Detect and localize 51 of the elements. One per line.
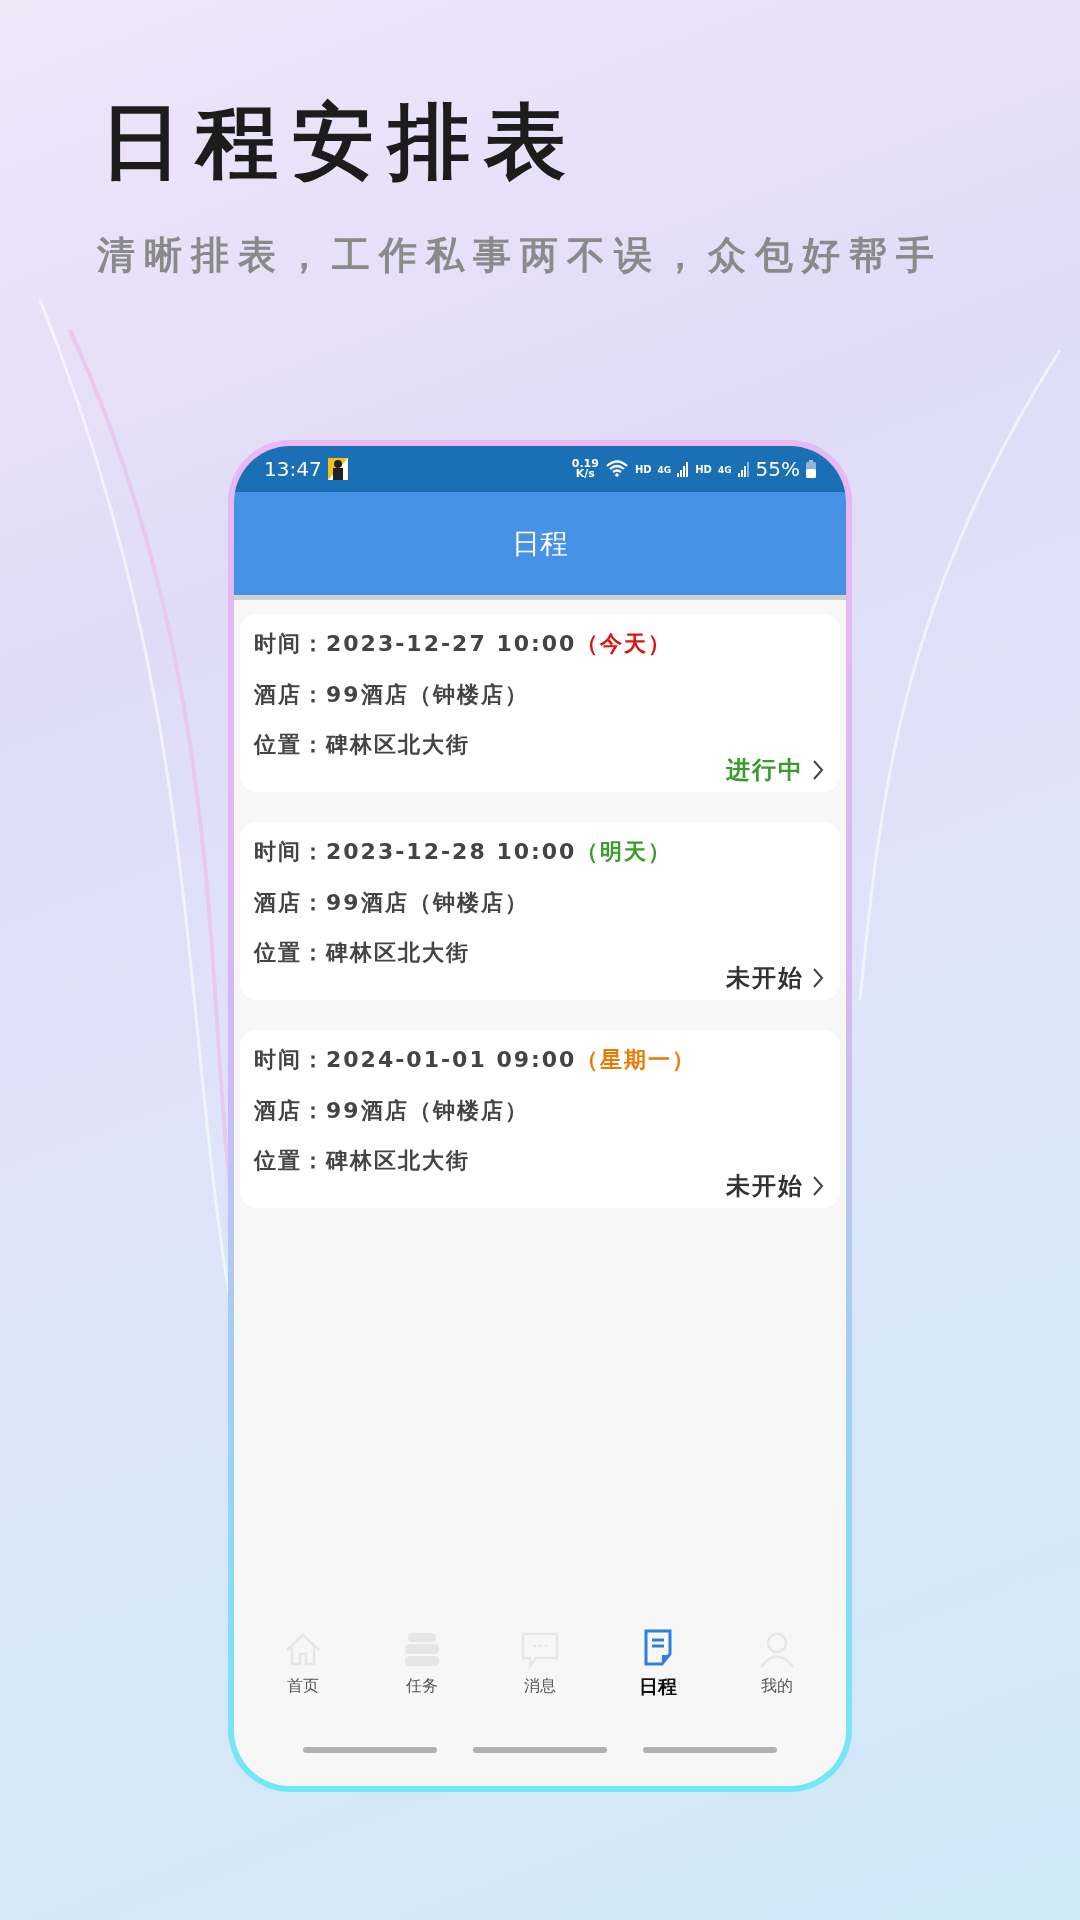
schedule-card[interactable]: 时间：2023-12-27 10:00（今天） 酒店：99酒店（钟楼店） 位置：碑林区北大街 进行中 (240, 614, 840, 792)
tab[interactable]: 消息 (480, 1630, 600, 1698)
hotel-name: 99酒店（钟楼店） (326, 680, 529, 709)
field-label: 位置： (254, 1146, 326, 1175)
day-tag: （星期一） (576, 1042, 697, 1076)
status-label: 未开始 (726, 1171, 804, 1202)
chevron-right-icon (812, 967, 824, 989)
field-label: 酒店： (254, 680, 326, 709)
battery-icon (806, 460, 816, 478)
field-label: 时间： (254, 1045, 326, 1074)
field-label: 酒店： (254, 888, 326, 917)
hotel-name: 99酒店（钟楼店） (326, 888, 529, 917)
status-time: 13:47 (264, 456, 322, 483)
speed-unit: K/s (575, 469, 595, 479)
status-label: 进行中 (726, 755, 804, 786)
schedule-card[interactable]: 时间：2023-12-28 10:00（明天） 酒店：99酒店（钟楼店） 位置：碑林区北大街 未开始 (240, 822, 840, 1000)
tab[interactable]: 日程 (599, 1627, 718, 1701)
header-title: 日程 (512, 525, 568, 562)
chevron-right-icon (812, 1175, 824, 1197)
notification-icon (327, 458, 348, 480)
headline: 日程安排表 (100, 93, 581, 191)
status-label: 未开始 (726, 963, 804, 994)
tab[interactable]: 任务 (362, 1630, 481, 1698)
location-text: 碑林区北大街 (326, 938, 470, 967)
wifi-icon (604, 459, 629, 479)
signal-icon (677, 461, 690, 477)
chevron-right-icon (812, 759, 824, 781)
schedule-card[interactable]: 时间：2024-01-01 09:00（星期一） 酒店：99酒店（钟楼店） 位置：碑林区北大街 未开始 (240, 1030, 840, 1208)
location-text: 碑林区北大街 (326, 730, 470, 759)
time-value: 2023-12-28 10:00 (326, 837, 577, 866)
battery-percent: 55% (755, 456, 800, 483)
field-label: 酒店： (254, 1096, 326, 1125)
field-label: 时间： (254, 837, 326, 866)
time-value: 2023-12-27 10:00 (326, 629, 577, 658)
tab[interactable]: 首页 (244, 1630, 363, 1698)
tab[interactable]: 我的 (717, 1630, 837, 1698)
signal-icon (737, 461, 750, 477)
signal-type: 4G (717, 464, 732, 477)
field-label: 位置： (254, 938, 326, 967)
hotel-name: 99酒店（钟楼店） (326, 1096, 529, 1125)
hd-label: HD (695, 462, 712, 477)
signal-type: 4G (657, 464, 672, 477)
day-tag: （明天） (576, 834, 673, 868)
location-text: 碑林区北大街 (326, 1146, 470, 1175)
field-label: 时间： (254, 629, 326, 658)
field-label: 位置： (254, 730, 326, 759)
hd-label: HD (634, 462, 652, 477)
day-tag: （今天） (576, 626, 673, 660)
network-speed: 0.19 (571, 459, 599, 469)
subtitle: 清晰排表，工作私事两不误，众包好帮手 (97, 232, 944, 279)
time-value: 2024-01-01 09:00 (326, 1045, 577, 1074)
